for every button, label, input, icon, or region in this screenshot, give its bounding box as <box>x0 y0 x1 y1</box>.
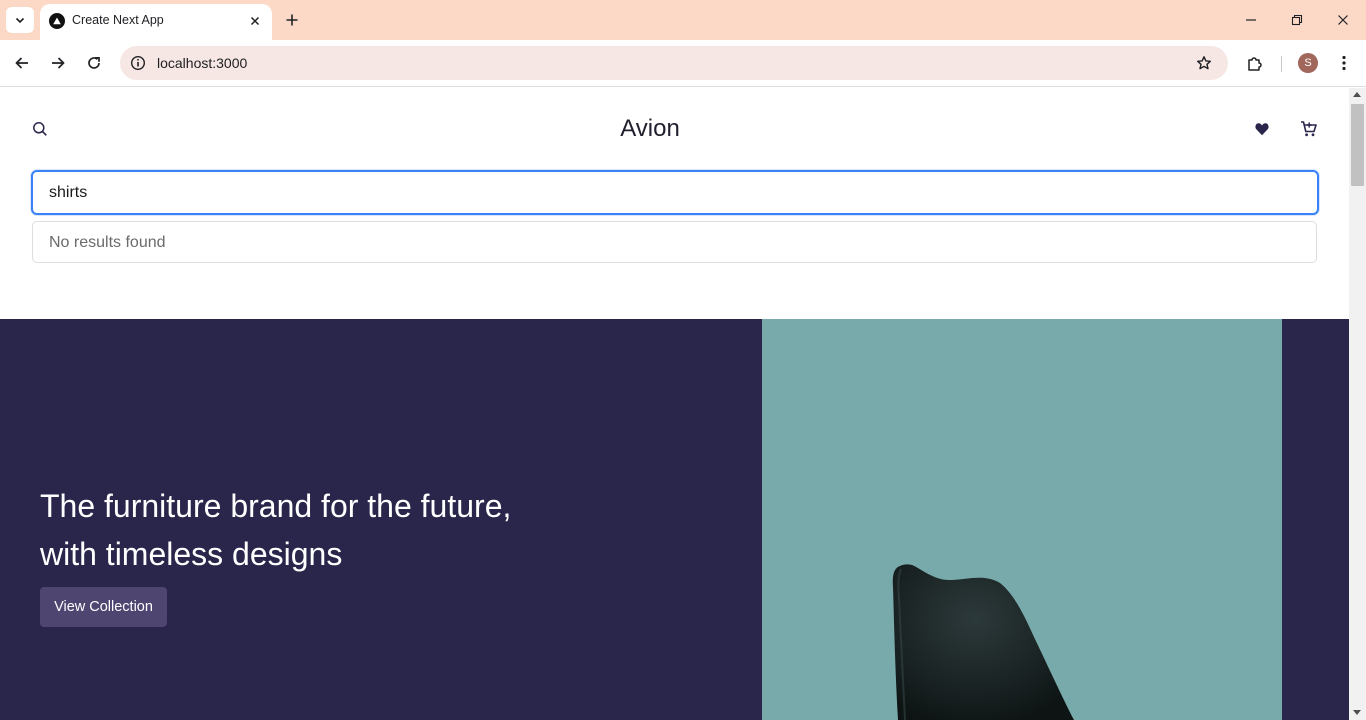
view-collection-button[interactable]: View Collection <box>40 587 167 627</box>
nextjs-favicon-icon <box>49 13 65 29</box>
heart-icon <box>1255 123 1269 136</box>
reload-icon <box>88 56 100 69</box>
tab-close-button[interactable] <box>246 12 264 30</box>
search-results-dropdown: No results found <box>32 221 1317 263</box>
url-text: localhost:3000 <box>157 55 248 71</box>
tab-search-button[interactable] <box>6 7 34 33</box>
puzzle-icon <box>1248 57 1262 71</box>
hero-section: The furniture brand for the future, with… <box>0 319 1349 720</box>
scroll-down-arrow-icon[interactable] <box>1353 710 1361 715</box>
kebab-menu-icon <box>1342 55 1346 71</box>
extensions-button[interactable] <box>1242 50 1268 76</box>
address-bar[interactable]: localhost:3000 <box>120 46 1228 80</box>
page-scrollbar[interactable] <box>1349 88 1366 720</box>
scroll-thumb[interactable] <box>1351 104 1364 186</box>
close-icon <box>1338 15 1348 25</box>
hero-title-line-1: The furniture brand for the future, <box>40 488 512 524</box>
close-icon <box>250 16 260 26</box>
reload-button[interactable] <box>80 49 108 77</box>
info-icon <box>130 55 146 71</box>
window-close-button[interactable] <box>1328 6 1358 34</box>
browser-toolbar: localhost:3000 S <box>0 40 1366 87</box>
browser-tabstrip: Create Next App <box>0 0 1366 40</box>
cart-button[interactable] <box>1298 118 1320 140</box>
back-button[interactable] <box>8 49 36 77</box>
new-tab-button[interactable] <box>280 8 304 32</box>
restore-button[interactable] <box>1282 6 1312 34</box>
plus-icon <box>286 14 298 26</box>
bookmark-button[interactable] <box>1194 53 1214 73</box>
arrow-left-icon <box>15 57 28 69</box>
browser-tab-active[interactable]: Create Next App <box>40 4 272 40</box>
wishlist-button[interactable] <box>1252 119 1272 139</box>
page-viewport: Avion No results found The furniture bra… <box>0 88 1349 720</box>
no-results-text: No results found <box>49 234 166 251</box>
cart-icon <box>1301 121 1317 137</box>
chair-illustration <box>892 564 1074 720</box>
arrow-right-icon <box>52 57 65 69</box>
tab-title: Create Next App <box>72 13 164 27</box>
hero-title: The furniture brand for the future, with… <box>40 482 560 578</box>
chevron-down-icon <box>15 17 25 24</box>
profile-avatar[interactable]: S <box>1298 53 1318 73</box>
search-input[interactable] <box>31 170 1319 215</box>
hero-chair-image <box>762 319 1282 720</box>
forward-button[interactable] <box>44 49 72 77</box>
restore-icon <box>1291 14 1303 26</box>
brand-logo[interactable]: Avion <box>0 115 1300 143</box>
hero-title-line-2: with timeless designs <box>40 536 343 572</box>
browser-menu-button[interactable] <box>1334 50 1354 76</box>
minimize-button[interactable] <box>1236 6 1266 34</box>
toolbar-separator <box>1281 56 1282 72</box>
minimize-icon <box>1246 19 1256 21</box>
star-icon <box>1197 56 1211 70</box>
scroll-up-arrow-icon[interactable] <box>1353 92 1361 97</box>
site-info-button[interactable] <box>128 53 148 73</box>
